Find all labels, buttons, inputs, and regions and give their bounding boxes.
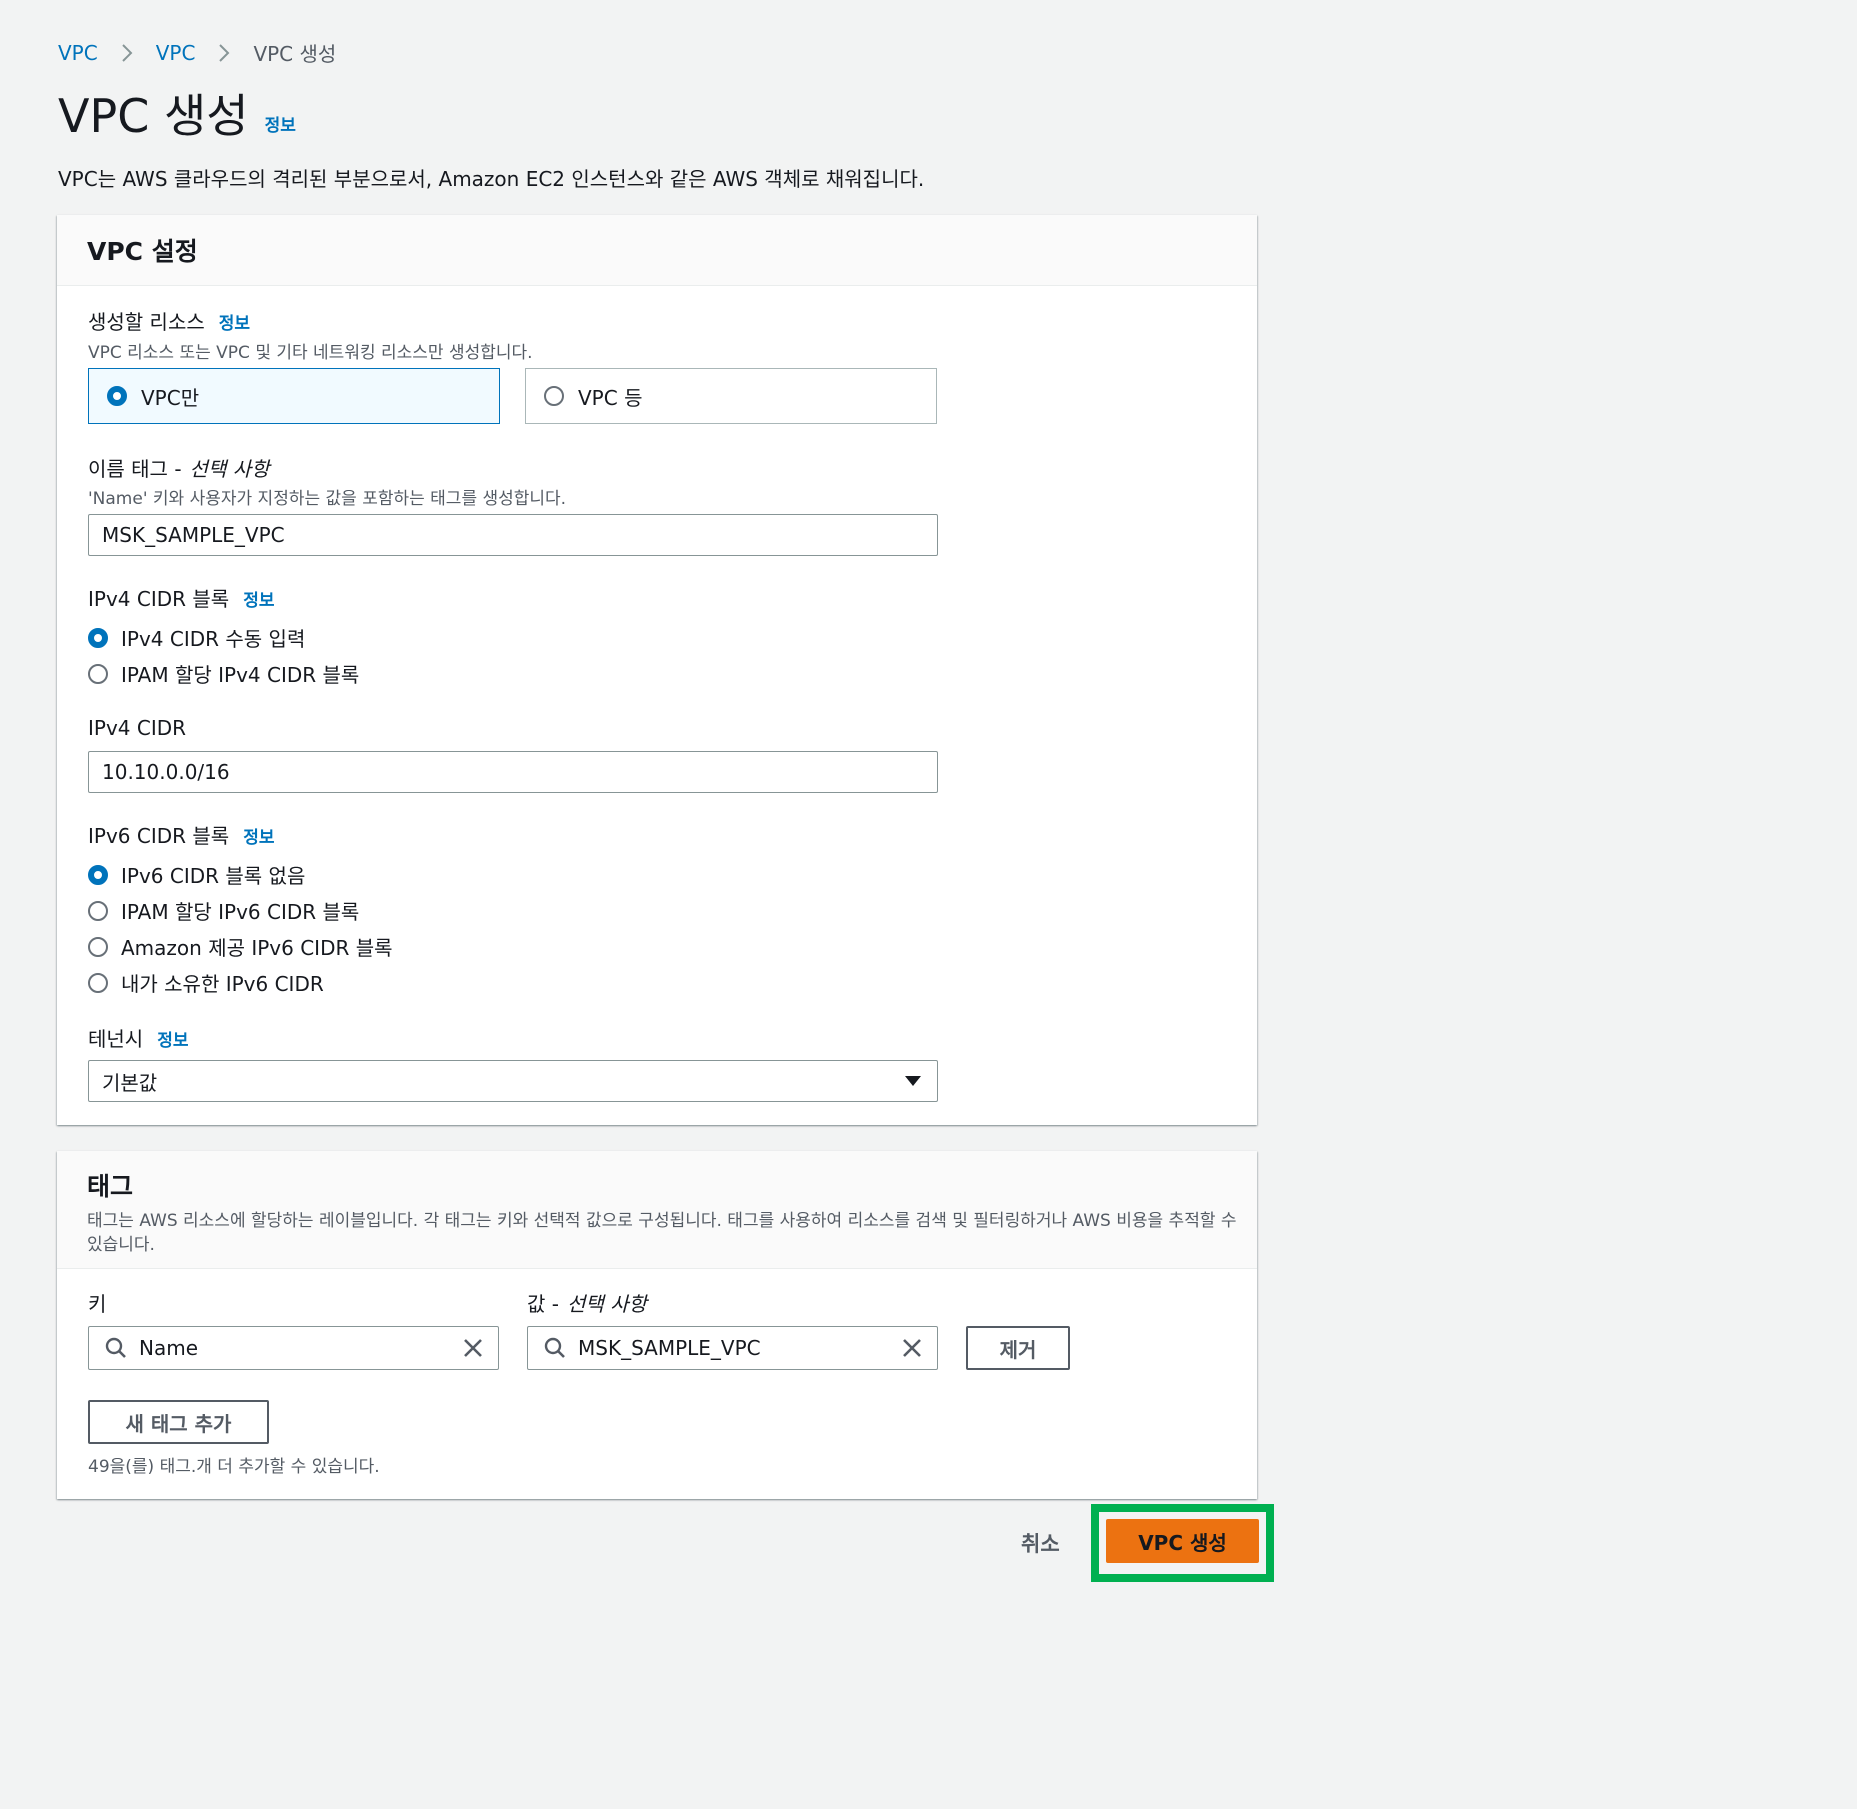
- ipv4-info-link[interactable]: 정보: [243, 586, 274, 611]
- page-description: VPC는 AWS 클라우드의 격리된 부분으로서, Amazon EC2 인스턴…: [58, 167, 925, 191]
- name-tag-input[interactable]: MSK_SAMPLE_VPC: [88, 514, 938, 556]
- resources-hint: VPC 리소스 또는 VPC 및 기타 네트워킹 리소스만 생성합니다.: [88, 343, 533, 363]
- page-header: VPC 생성 정보: [58, 88, 296, 144]
- radio-ipv6-amazon[interactable]: [88, 936, 108, 957]
- ipv6-option-owned[interactable]: 내가 소유한 IPv6 CIDR: [88, 968, 324, 997]
- tags-description: 태그는 AWS 리소스에 할당하는 레이블입니다. 각 태그는 키와 선택적 값…: [87, 1211, 1237, 1255]
- ipv6-option-owned-label: 내가 소유한 IPv6 CIDR: [121, 972, 324, 996]
- name-tag-label-text: 이름 태그 -: [88, 457, 182, 481]
- radio-ipv4-ipam[interactable]: [88, 663, 108, 684]
- create-vpc-button[interactable]: VPC 생성: [1106, 1519, 1259, 1563]
- tenancy-label-text: 테넌시: [88, 1027, 144, 1051]
- name-tag-optional: 선택 사항: [189, 457, 270, 481]
- ipv6-block-label: IPv6 CIDR 블록 정보: [88, 820, 274, 849]
- tag-key-input[interactable]: Name: [88, 1326, 499, 1370]
- page-title: VPC 생성: [58, 89, 249, 143]
- add-tag-button[interactable]: 새 태그 추가: [88, 1400, 269, 1444]
- ipv4-option-manual[interactable]: IPv4 CIDR 수동 입력: [88, 623, 305, 652]
- search-icon: [544, 1337, 565, 1358]
- radio-vpc-more[interactable]: [544, 386, 564, 406]
- close-icon[interactable]: [901, 1337, 923, 1359]
- ipv6-option-ipam-label: IPAM 할당 IPv6 CIDR 블록: [121, 900, 360, 924]
- tags-panel: 태그 태그는 AWS 리소스에 할당하는 레이블입니다. 각 태그는 키와 선택…: [57, 1151, 1257, 1499]
- breadcrumb: VPC VPC VPC 생성: [58, 38, 336, 67]
- radio-ipv6-owned[interactable]: [88, 972, 108, 993]
- close-icon[interactable]: [462, 1337, 484, 1359]
- tag-key-label: 키: [88, 1288, 106, 1317]
- option-vpc-only-tile[interactable]: VPC만: [88, 368, 500, 424]
- ipv4-option-manual-label: IPv4 CIDR 수동 입력: [121, 627, 306, 651]
- tenancy-label: 테넌시 정보: [88, 1023, 188, 1052]
- ipv6-option-ipam[interactable]: IPAM 할당 IPv6 CIDR 블록: [88, 896, 359, 925]
- ipv4-block-label-text: IPv4 CIDR 블록: [88, 587, 230, 611]
- breadcrumb-vpc[interactable]: VPC: [156, 41, 196, 65]
- ipv4-cidr-label-text: IPv4 CIDR: [88, 716, 187, 740]
- chevron-right-icon: [122, 43, 133, 62]
- ipv6-block-label-text: IPv6 CIDR 블록: [88, 824, 230, 848]
- option-vpc-more-label: VPC 등: [578, 385, 643, 410]
- radio-ipv6-ipam[interactable]: [88, 900, 108, 921]
- tag-value-label-text: 값 -: [527, 1292, 559, 1316]
- resources-info-link[interactable]: 정보: [219, 309, 250, 334]
- tenancy-value: 기본값: [102, 1070, 158, 1095]
- remove-tag-button[interactable]: 제거: [966, 1326, 1070, 1370]
- ipv4-option-ipam-label: IPAM 할당 IPv4 CIDR 블록: [121, 663, 360, 687]
- search-icon: [105, 1337, 126, 1358]
- ipv6-info-link[interactable]: 정보: [243, 823, 274, 848]
- vpc-settings-header: VPC 설정: [57, 215, 1257, 286]
- tag-value-optional: 선택 사항: [566, 1292, 647, 1316]
- tenancy-info-link[interactable]: 정보: [157, 1026, 188, 1051]
- chevron-right-icon: [219, 43, 230, 62]
- cancel-button[interactable]: 취소: [1021, 1528, 1060, 1558]
- ipv6-option-none[interactable]: IPv6 CIDR 블록 없음: [88, 860, 305, 889]
- tag-key-value: Name: [139, 1336, 199, 1360]
- radio-vpc-only[interactable]: [107, 386, 127, 406]
- tag-value-label: 값 - 선택 사항: [527, 1288, 647, 1317]
- tag-key-label-text: 키: [88, 1292, 107, 1316]
- option-vpc-only-label: VPC만: [141, 385, 200, 410]
- breadcrumb-current: VPC 생성: [253, 42, 337, 66]
- vpc-settings-title: VPC 설정: [87, 237, 198, 266]
- resources-label-text: 생성할 리소스: [88, 310, 205, 334]
- tags-remaining-hint: 49을(를) 태그.개 더 추가할 수 있습니다.: [88, 1457, 380, 1477]
- tenancy-select[interactable]: 기본값: [88, 1060, 938, 1102]
- ipv4-option-ipam[interactable]: IPAM 할당 IPv4 CIDR 블록: [88, 659, 359, 688]
- ipv6-option-amazon-label: Amazon 제공 IPv6 CIDR 블록: [121, 936, 393, 960]
- page-info-link[interactable]: 정보: [265, 111, 296, 136]
- tags-header: 태그 태그는 AWS 리소스에 할당하는 레이블입니다. 각 태그는 키와 선택…: [57, 1151, 1257, 1269]
- ipv4-cidr-value: 10.10.0.0/16: [102, 760, 230, 784]
- name-tag-hint: 'Name' 키와 사용자가 지정하는 값을 포함하는 태그를 생성합니다.: [88, 489, 567, 509]
- ipv4-cidr-input[interactable]: 10.10.0.0/16: [88, 751, 938, 793]
- ipv6-option-amazon[interactable]: Amazon 제공 IPv6 CIDR 블록: [88, 932, 393, 961]
- ipv4-cidr-label: IPv4 CIDR: [88, 716, 186, 740]
- tag-value-input[interactable]: MSK_SAMPLE_VPC: [527, 1326, 938, 1370]
- ipv4-block-label: IPv4 CIDR 블록 정보: [88, 583, 274, 612]
- name-tag-label: 이름 태그 - 선택 사항: [88, 453, 270, 482]
- ipv6-option-none-label: IPv6 CIDR 블록 없음: [121, 864, 306, 888]
- resources-label: 생성할 리소스 정보: [88, 306, 250, 335]
- radio-ipv4-manual[interactable]: [88, 627, 108, 648]
- tags-title: 태그: [87, 1172, 134, 1201]
- option-vpc-more-tile[interactable]: VPC 등: [525, 368, 937, 424]
- radio-ipv6-none[interactable]: [88, 864, 108, 885]
- tag-value-value: MSK_SAMPLE_VPC: [578, 1336, 761, 1360]
- caret-down-icon: [905, 1076, 921, 1086]
- name-tag-value: MSK_SAMPLE_VPC: [102, 523, 285, 547]
- breadcrumb-vpc-root[interactable]: VPC: [58, 41, 98, 65]
